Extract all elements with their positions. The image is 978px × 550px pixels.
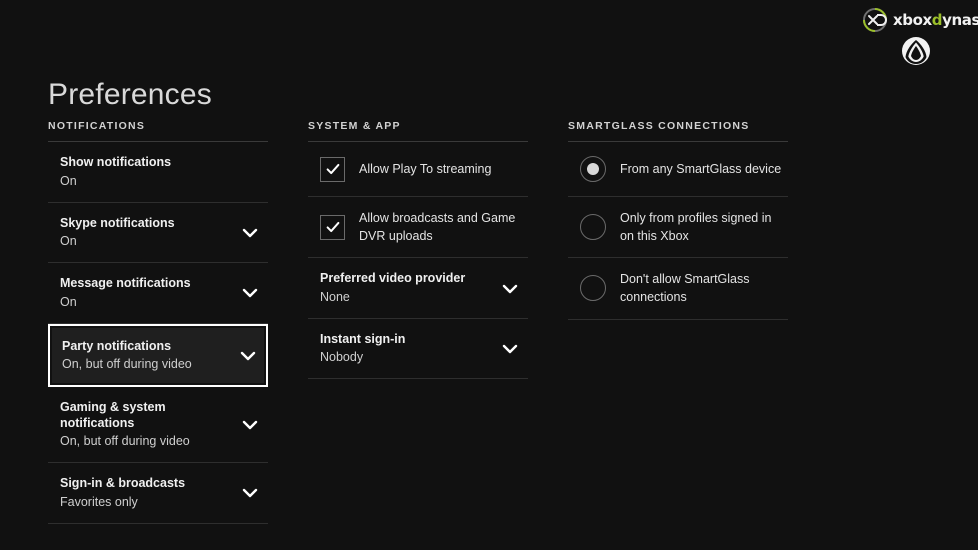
setting-row-gaming-system-notifications[interactable]: Gaming & system notifications On, but of… — [48, 387, 268, 464]
radio-dot — [587, 163, 599, 175]
checkbox-label: Allow Play To streaming — [359, 161, 492, 176]
page-title: Preferences — [48, 78, 212, 111]
radio-label: Don't allow SmartGlass connections — [620, 272, 750, 305]
column-header-smartglass: SMARTGLASS CONNECTIONS — [568, 120, 788, 142]
setting-row-party-notifications[interactable]: Party notifications On, but off during v… — [48, 323, 268, 387]
setting-value: On, but off during video — [62, 357, 192, 372]
setting-value: On — [60, 294, 77, 309]
brand-name-primary: xbox — [893, 10, 932, 29]
setting-title: Gaming & system notifications — [60, 400, 166, 430]
radio-unselected-icon[interactable] — [580, 275, 606, 302]
row-text: Message notifications On — [60, 276, 234, 311]
checkbox-checked-icon[interactable] — [320, 214, 345, 240]
radio-row-from-any-smartglass-device[interactable]: From any SmartGlass device — [568, 142, 788, 197]
row-text: Preferred video provider None — [320, 271, 494, 306]
setting-row-message-notifications[interactable]: Message notifications On — [48, 263, 268, 324]
column-header-notifications: NOTIFICATIONS — [48, 120, 268, 142]
radio-unselected-icon[interactable] — [580, 214, 606, 241]
brand-name-secondary: ynasty — [942, 10, 978, 29]
brand-name-accent: d — [931, 10, 943, 29]
row-text: Instant sign-in Nobody — [320, 332, 494, 367]
setting-title: Message notifications — [60, 276, 191, 290]
setting-value: On — [60, 234, 77, 249]
checkbox-row-allow-broadcasts-game-dvr[interactable]: Allow broadcasts and Game DVR uploads — [308, 197, 528, 259]
radio-label: From any SmartGlass device — [620, 161, 782, 176]
row-text: Party notifications On, but off during v… — [62, 339, 232, 374]
setting-value: Favorites only — [60, 494, 138, 509]
brand-logo: xboxdynasty — [860, 6, 978, 34]
column-system-app: SYSTEM & APP Allow Play To streaming All… — [308, 120, 528, 524]
setting-value: None — [320, 289, 350, 304]
chevron-down-icon[interactable] — [240, 283, 260, 303]
radio-selected-icon[interactable] — [580, 156, 606, 182]
setting-title: Party notifications — [62, 338, 172, 353]
setting-row-instant-sign-in[interactable]: Instant sign-in Nobody — [308, 319, 528, 380]
preferences-columns: NOTIFICATIONS Show notifications On Skyp… — [48, 120, 938, 524]
radio-label: Only from profiles signed in on this Xbo… — [620, 211, 772, 244]
checkbox-row-allow-play-to-streaming[interactable]: Allow Play To streaming — [308, 142, 528, 197]
setting-value: On, but off during video — [60, 434, 190, 449]
setting-title: Skype notifications — [60, 215, 175, 230]
row-text: Show notifications On — [60, 155, 266, 190]
row-text: Gaming & system notifications On, but of… — [60, 400, 234, 450]
xbox-sphere-icon — [900, 35, 932, 67]
row-text: Sign-in & broadcasts Favorites only — [60, 476, 234, 511]
checkbox-label: Allow broadcasts and Game DVR uploads — [359, 211, 516, 244]
setting-title: Preferred video provider — [320, 271, 466, 286]
setting-title: Instant sign-in — [320, 331, 406, 346]
checkbox-checked-icon[interactable] — [320, 156, 345, 182]
brand-name: xboxdynasty — [893, 10, 978, 29]
radio-row-only-from-signed-in-profiles[interactable]: Only from profiles signed in on this Xbo… — [568, 197, 788, 259]
setting-row-show-notifications[interactable]: Show notifications On — [48, 142, 268, 203]
column-smartglass-connections: SMARTGLASS CONNECTIONS From any SmartGla… — [568, 120, 788, 524]
radio-row-dont-allow-smartglass[interactable]: Don't allow SmartGlass connections — [568, 258, 788, 320]
chevron-down-icon[interactable] — [240, 415, 260, 435]
chevron-down-icon[interactable] — [240, 223, 260, 243]
chevron-down-icon[interactable] — [240, 483, 260, 503]
setting-title: Sign-in & broadcasts — [60, 476, 186, 491]
chevron-down-icon[interactable] — [500, 279, 520, 299]
xd-monogram-icon — [860, 6, 890, 34]
setting-row-signin-broadcasts[interactable]: Sign-in & broadcasts Favorites only — [48, 463, 268, 524]
column-notifications: NOTIFICATIONS Show notifications On Skyp… — [48, 120, 268, 524]
setting-row-skype-notifications[interactable]: Skype notifications On — [48, 203, 268, 263]
setting-value: On — [60, 173, 77, 188]
chevron-down-icon[interactable] — [500, 339, 520, 359]
row-text: Skype notifications On — [60, 216, 234, 251]
setting-row-preferred-video-provider[interactable]: Preferred video provider None — [308, 258, 528, 319]
column-header-system-app: SYSTEM & APP — [308, 120, 528, 142]
setting-title: Show notifications — [60, 155, 172, 169]
chevron-down-icon[interactable] — [238, 346, 258, 366]
site-watermark: xboxdynasty — [860, 6, 978, 68]
setting-value: Nobody — [320, 350, 364, 365]
